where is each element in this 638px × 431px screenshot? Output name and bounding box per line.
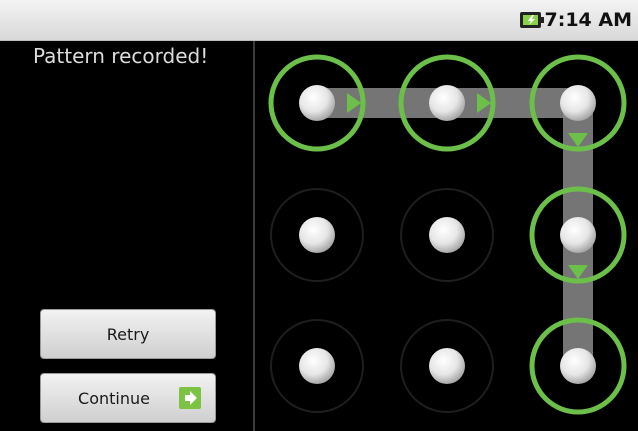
continue-button[interactable]: Continue bbox=[40, 373, 216, 423]
pattern-dot[interactable] bbox=[429, 348, 465, 384]
pattern-canvas bbox=[268, 54, 627, 415]
pattern-dot[interactable] bbox=[429, 85, 465, 121]
pattern-lock-grid[interactable] bbox=[255, 41, 638, 431]
pattern-dot[interactable] bbox=[429, 217, 465, 253]
pattern-dot[interactable] bbox=[560, 348, 596, 384]
continue-button-label: Continue bbox=[78, 389, 150, 408]
retry-button[interactable]: Retry bbox=[40, 309, 216, 359]
retry-button-label: Retry bbox=[106, 325, 150, 344]
arrow-right-icon bbox=[179, 387, 201, 409]
pattern-dot[interactable] bbox=[299, 348, 335, 384]
pattern-status-message: Pattern recorded! bbox=[33, 44, 209, 68]
pattern-dot[interactable] bbox=[299, 85, 335, 121]
left-panel: Pattern recorded! Retry Continue bbox=[0, 41, 253, 431]
status-bar: 7:14 AM bbox=[0, 0, 638, 41]
battery-charging-icon bbox=[520, 12, 544, 28]
lock-pattern-screen: 7:14 AM Pattern recorded! Retry Continue bbox=[0, 0, 638, 431]
status-clock: 7:14 AM bbox=[544, 9, 633, 31]
pattern-dot[interactable] bbox=[560, 217, 596, 253]
pattern-dot[interactable] bbox=[560, 85, 596, 121]
pattern-dot[interactable] bbox=[299, 217, 335, 253]
